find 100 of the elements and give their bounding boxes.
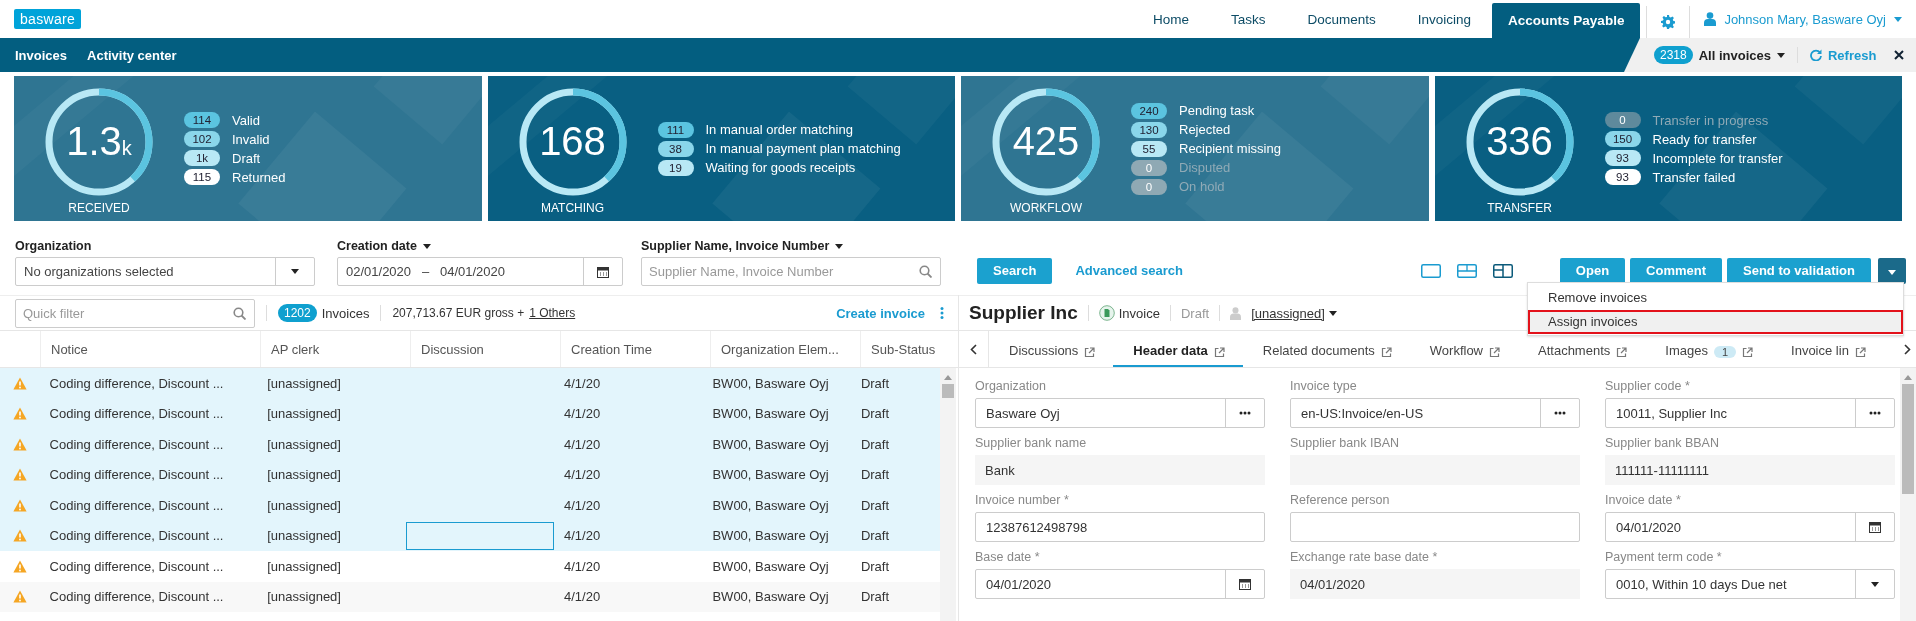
status-label[interactable]: Waiting for goods receipts (705, 160, 856, 175)
status-label[interactable]: In manual payment plan matching (705, 141, 901, 156)
tab[interactable]: Attachments (1518, 331, 1646, 367)
table-cell-text: Draft (859, 528, 891, 544)
status-label[interactable]: Returned (232, 169, 286, 185)
table-row[interactable]: Coding difference, Discount ... [unassigned] 4/1/20 BW00, Basware Oyj Draft (0, 398, 940, 429)
table-cell-text: 4/1/20 (563, 467, 602, 483)
text-field[interactable] (1290, 512, 1580, 542)
tab[interactable]: Related documents (1242, 331, 1410, 367)
external-link-icon[interactable] (1084, 347, 1096, 358)
nav-tab[interactable]: Invoicing (1396, 0, 1493, 38)
total-amount: 207,713.67 EUR gross + (392, 306, 525, 320)
tab[interactable]: Invoice lin (1771, 331, 1884, 367)
calendar-icon[interactable] (1869, 521, 1881, 533)
scrollbar[interactable] (1900, 368, 1916, 621)
status-label[interactable]: Pending task (1179, 103, 1255, 118)
layout-icon[interactable] (1456, 263, 1477, 278)
external-link-icon[interactable] (1742, 347, 1754, 358)
table-row[interactable]: Coding difference, Discount ... [unassigned] 4/1/20 BW00, Basware Oyj Draft (0, 368, 940, 399)
date-range-field[interactable]: 02/01/2020 – 04/01/2020 (337, 257, 623, 286)
caret-icon[interactable] (1871, 581, 1879, 587)
status-label[interactable]: Recipient missing (1179, 141, 1281, 156)
date-field[interactable]: 04/01/2020 (975, 569, 1265, 599)
field-label: Invoice type (1290, 379, 1358, 393)
external-link-icon[interactable] (1854, 347, 1866, 358)
filter-label[interactable]: Creation date (337, 239, 623, 253)
status-label[interactable]: Transfer failed (1652, 169, 1736, 185)
tab[interactable]: Discussions (989, 331, 1114, 367)
assignee-link[interactable]: [unassigned] (1251, 305, 1325, 321)
column-header[interactable]: Organization Elem... (710, 331, 860, 367)
nav-tab[interactable]: Tasks (1210, 0, 1287, 38)
settings-icon[interactable] (1661, 15, 1676, 29)
scrollbar[interactable] (940, 368, 956, 621)
date-field[interactable]: 04/01/2020 (1605, 512, 1895, 542)
status-label[interactable]: Rejected (1179, 122, 1231, 137)
lookup-field[interactable]: Basware Oyj (975, 398, 1265, 428)
select-field[interactable]: 0010, Within 10 days Due net (1605, 569, 1895, 599)
focused-cell[interactable] (405, 521, 554, 550)
status-label[interactable]: Draft (232, 150, 261, 166)
menu-item[interactable]: Remove invoices (1528, 286, 1903, 310)
column-header[interactable]: AP clerk (260, 331, 410, 367)
close-icon[interactable] (1894, 50, 1904, 60)
column-header[interactable]: Notice (40, 331, 260, 367)
tab[interactable]: Header data (1113, 331, 1243, 367)
refresh-icon[interactable] (1809, 49, 1822, 61)
status-label[interactable]: Invalid (232, 131, 270, 147)
section-link[interactable]: Invoices (15, 47, 68, 63)
lookup-field[interactable]: 10011, Supplier Inc (1605, 398, 1895, 428)
more-icon[interactable] (1869, 411, 1881, 415)
chevron-right-icon[interactable] (1903, 343, 1911, 355)
column-header[interactable]: Creation Time (560, 331, 710, 367)
more-icon[interactable] (1239, 411, 1251, 415)
chevron-left-icon[interactable] (970, 343, 977, 355)
field-label: Payment term code * (1605, 550, 1723, 564)
table-row[interactable]: Coding difference, Discount ... [unassigned] 4/1/20 BW00, Basware Oyj Draft (0, 459, 940, 490)
quick-filter-field[interactable]: Quick filter (15, 298, 255, 328)
view-selector[interactable]: All invoices (1698, 47, 1771, 63)
external-link-icon[interactable] (1616, 347, 1628, 358)
status-label[interactable]: Valid (232, 112, 260, 128)
calendar-icon[interactable] (597, 265, 609, 278)
nav-tab[interactable]: Home (1132, 0, 1210, 38)
table-row[interactable]: Coding difference, Discount ... [unassigned] 4/1/20 BW00, Basware Oyj Draft (0, 429, 940, 460)
tab[interactable]: Workflow (1409, 331, 1518, 367)
lookup-field[interactable]: en-US:Invoice/en-US (1290, 398, 1580, 428)
layout-icon[interactable] (1420, 263, 1441, 278)
table-row[interactable]: Coding difference, Discount ... [unassigned] 4/1/20 BW00, Basware Oyj Draft (0, 490, 940, 521)
external-link-icon[interactable] (1489, 347, 1500, 358)
field-label: Reference person (1290, 493, 1391, 507)
table-row[interactable]: Coding difference, Discount ... [unassigned] 4/1/20 BW00, Basware Oyj Draft (0, 581, 940, 612)
caret-icon[interactable] (291, 269, 299, 274)
column-header[interactable]: Sub-Status (860, 331, 950, 367)
others-link[interactable]: 1 Others (529, 306, 576, 320)
count-badge: 93 (1604, 169, 1641, 185)
search-field[interactable]: Supplier Name, Invoice Number (641, 257, 941, 286)
text-field[interactable]: 12387612498798 (975, 512, 1265, 542)
nav-tab[interactable]: Documents (1286, 0, 1397, 38)
external-link-icon[interactable] (1380, 347, 1392, 358)
more-icon[interactable] (1554, 411, 1566, 415)
more-actions-button[interactable] (1878, 257, 1906, 284)
section-link[interactable]: Activity center (87, 47, 177, 63)
status-label[interactable]: Ready for transfer (1652, 131, 1757, 147)
external-link-icon[interactable] (1213, 347, 1225, 358)
kebab-menu-icon[interactable] (940, 307, 944, 319)
table-row[interactable]: Coding difference, Discount ... [unassigned] 4/1/20 BW00, Basware Oyj Draft (0, 520, 940, 551)
tab[interactable]: Images 1 (1645, 331, 1772, 367)
search-icon[interactable] (919, 265, 932, 278)
filter-label[interactable]: Supplier Name, Invoice Number (641, 239, 941, 253)
nav-tab[interactable]: Accounts Payable (1492, 3, 1641, 38)
organization-dropdown[interactable]: No organizations selected (15, 257, 315, 286)
menu-item[interactable]: Assign invoices (1528, 310, 1903, 334)
column-header[interactable]: Discussion (410, 331, 560, 367)
filter-label[interactable]: Organization (15, 239, 315, 253)
table-cell-text: Coding difference, Discount ... (48, 528, 225, 544)
search-icon[interactable] (233, 306, 246, 320)
calendar-icon[interactable] (1239, 578, 1251, 590)
layout-icon[interactable] (1492, 263, 1513, 278)
caret-icon[interactable] (1776, 52, 1785, 58)
caret-icon[interactable] (1328, 310, 1337, 316)
status-label[interactable]: Incomplete for transfer (1652, 150, 1783, 166)
status-label[interactable]: In manual order matching (705, 122, 853, 137)
